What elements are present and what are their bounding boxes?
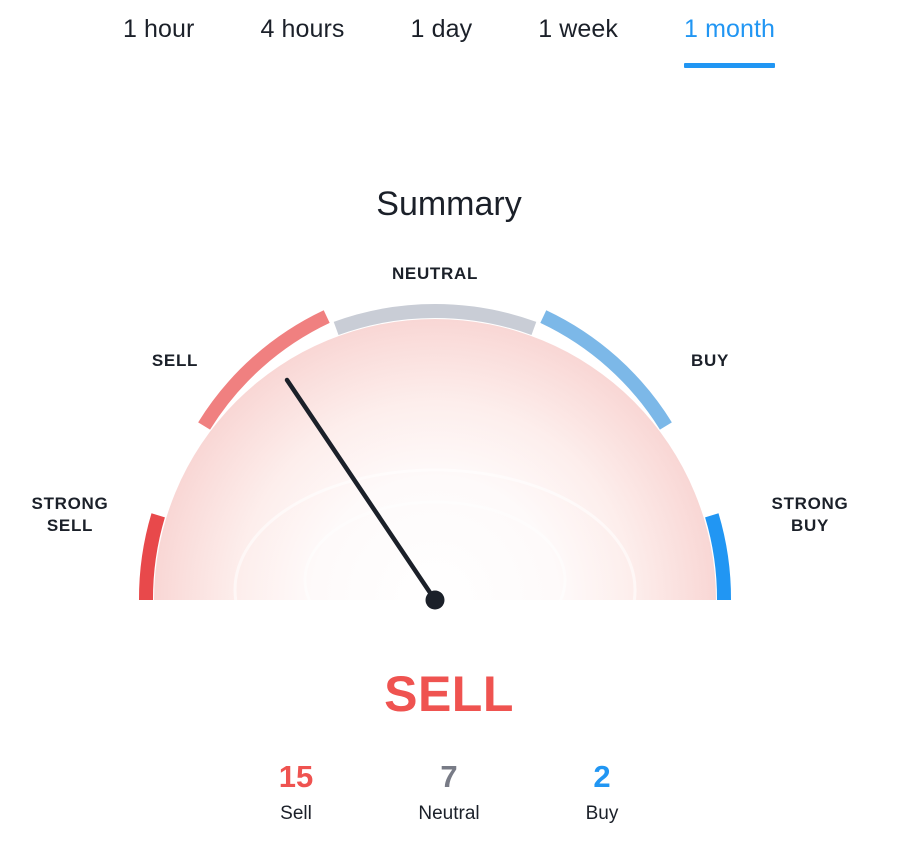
tab-4-hours[interactable]: 4 hours — [260, 0, 344, 44]
gauge-label-strong-sell: STRONG SELL — [31, 494, 109, 535]
signal-counts: 15 Sell 7 Neutral 2 Buy — [0, 757, 898, 828]
gauge-label-sell: SELL — [151, 351, 199, 370]
count-buy-label: Buy — [585, 803, 619, 824]
gauge-svg — [138, 304, 732, 610]
gauge-label-strong-buy: STRONG BUY — [771, 494, 849, 535]
count-neutral-value: 7 — [440, 759, 458, 794]
summary-verdict: SELL — [384, 666, 514, 722]
count-neutral-label: Neutral — [418, 803, 480, 824]
timeframe-tabs: 1 hour 4 hours 1 day 1 week 1 month — [0, 0, 898, 76]
summary-gauge: NEUTRAL SELL BUY STRONG SELL STRONG BUY — [0, 250, 898, 630]
count-buy-value: 2 — [593, 759, 611, 794]
count-sell: 15 Sell — [220, 757, 373, 828]
count-sell-value: 15 — [278, 759, 314, 794]
gauge-inner-fill — [154, 319, 716, 600]
tab-1-day[interactable]: 1 day — [411, 0, 473, 44]
gauge-needle-pivot — [425, 590, 445, 610]
tab-label: 1 day — [410, 15, 473, 43]
tab-label: 4 hours — [260, 15, 345, 43]
tab-label: 1 hour — [122, 15, 195, 43]
gauge-label-buy: BUY — [691, 351, 729, 370]
tab-label: 1 month — [684, 15, 776, 43]
count-sell-label: Sell — [280, 803, 312, 824]
tab-1-week[interactable]: 1 week — [538, 0, 618, 44]
gauge-label-neutral: NEUTRAL — [391, 264, 479, 283]
count-neutral: 7 Neutral — [373, 757, 526, 828]
tab-label: 1 week — [538, 15, 619, 43]
count-buy: 2 Buy — [526, 757, 679, 828]
tab-1-hour[interactable]: 1 hour — [123, 0, 195, 44]
tab-1-month[interactable]: 1 month — [684, 0, 776, 68]
page-title: Summary — [376, 184, 522, 223]
tab-active-underline — [684, 63, 776, 68]
